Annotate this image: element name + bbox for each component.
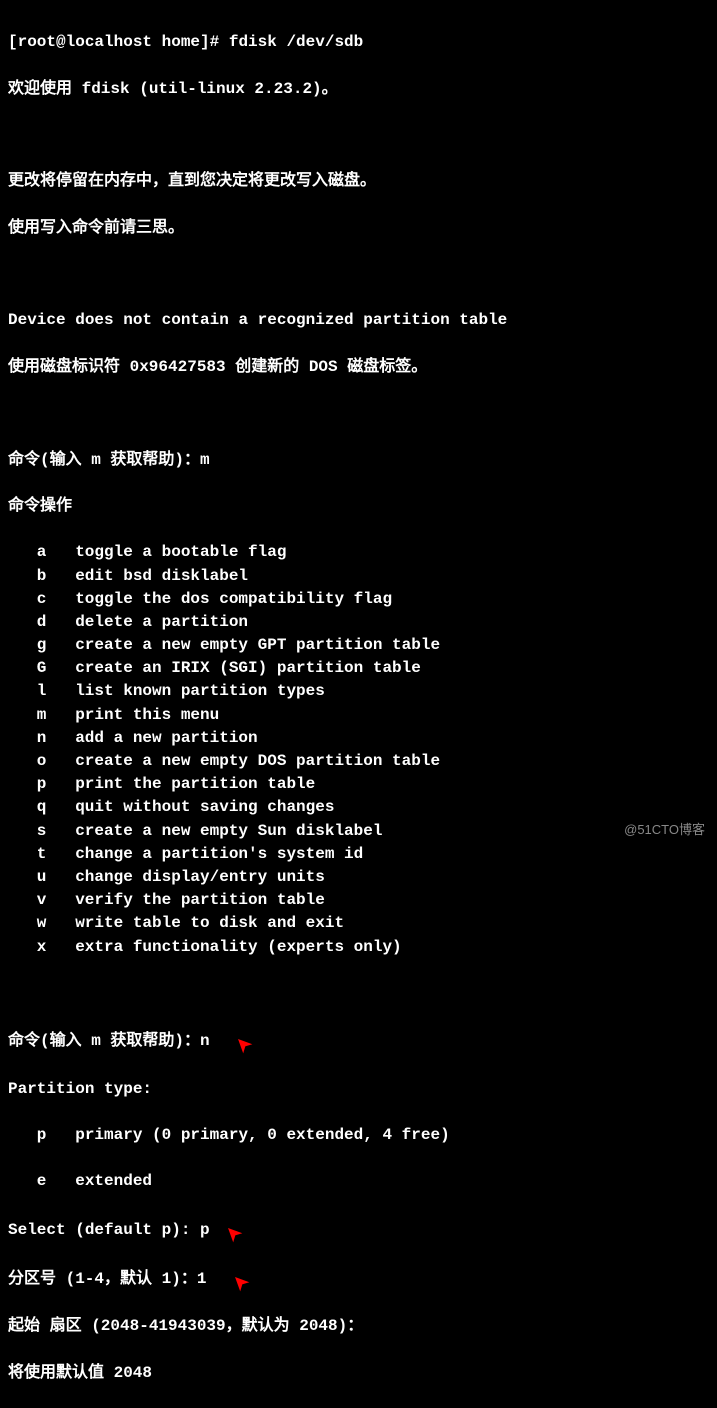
arrow-icon: ➤ [220,1217,249,1246]
menu-item-g: gcreate a new empty GPT partition table [8,634,709,657]
partition-type-option: e extended [8,1170,709,1193]
partition-type-option: p primary (0 primary, 0 extended, 4 free… [8,1124,709,1147]
menu-item-c: ctoggle the dos compatibility flag [8,588,709,611]
menu-item-w: wwrite table to disk and exit [8,912,709,935]
blank [8,124,709,147]
blank [8,402,709,425]
menu-item-b: bedit bsd disklabel [8,565,709,588]
menu-item-a: atoggle a bootable flag [8,541,709,564]
sector-prompt[interactable]: 起始 扇区 (2048-41943039，默认为 2048)： [8,1315,709,1338]
menu-item-l: llist known partition types [8,680,709,703]
command-prompt[interactable]: 命令(输入 m 获取帮助)：n ➤ [8,1028,709,1054]
warning-text: 使用写入命令前请三思。 [8,217,709,240]
device-message: Device does not contain a recognized par… [8,309,709,332]
menu-item-p: pprint the partition table [8,773,709,796]
default-value-text: 将使用默认值 2048 [8,1362,709,1385]
menu-item-x: xextra functionality (experts only) [8,936,709,959]
menu-item-q: qquit without saving changes [8,796,709,819]
menu-item-u: uchange display/entry units [8,866,709,889]
partition-number-prompt[interactable]: 分区号 (1-4，默认 1)：1 ➤ [8,1266,709,1292]
menu-item-d: ddelete a partition [8,611,709,634]
menu-item-m: mprint this menu [8,704,709,727]
terminal-output: [root@localhost home]# fdisk /dev/sdb 欢迎… [8,8,709,1408]
welcome-text: 欢迎使用 fdisk (util-linux 2.23.2)。 [8,78,709,101]
command-menu: atoggle a bootable flagbedit bsd disklab… [8,541,709,958]
warning-text: 更改将停留在内存中，直到您决定将更改写入磁盘。 [8,170,709,193]
watermark: @51CTO博客 [624,821,705,840]
menu-item-o: ocreate a new empty DOS partition table [8,750,709,773]
menu-item-s: screate a new empty Sun disklabel [8,820,709,843]
shell-prompt: [root@localhost home]# fdisk /dev/sdb [8,31,709,54]
select-prompt[interactable]: Select (default p): p ➤ [8,1217,709,1243]
menu-header: 命令操作 [8,495,709,518]
partition-type-header: Partition type: [8,1078,709,1101]
arrow-icon: ➤ [230,1029,259,1058]
menu-item-G: Gcreate an IRIX (SGI) partition table [8,657,709,680]
label-message: 使用磁盘标识符 0x96427583 创建新的 DOS 磁盘标签。 [8,356,709,379]
blank [8,982,709,1005]
menu-item-n: nadd a new partition [8,727,709,750]
command-prompt[interactable]: 命令(输入 m 获取帮助)：m [8,449,709,472]
menu-item-t: tchange a partition's system id [8,843,709,866]
menu-item-v: vverify the partition table [8,889,709,912]
blank [8,263,709,286]
arrow-icon: ➤ [227,1266,256,1295]
